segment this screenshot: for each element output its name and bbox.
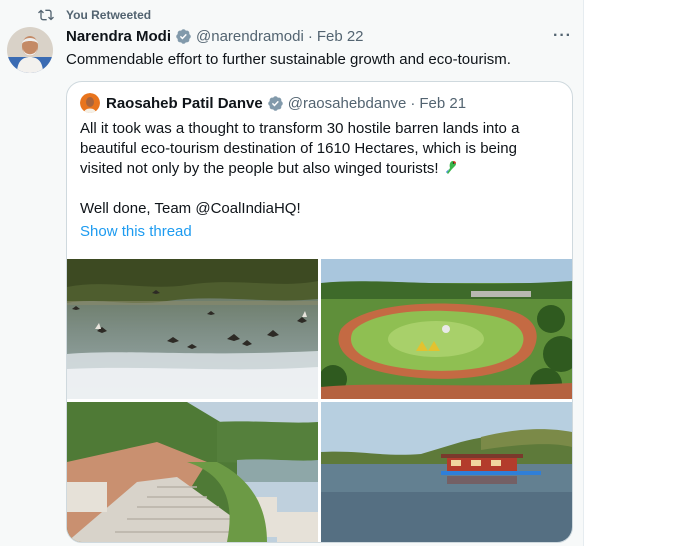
avatar-image	[7, 27, 53, 73]
author-name[interactable]: Narendra Modi	[66, 28, 171, 45]
avatar[interactable]	[7, 27, 53, 73]
tweet-card[interactable]: You Retweeted Narendra Modi @narendramod…	[0, 0, 583, 546]
retweet-icon	[38, 9, 54, 21]
parrot-emoji-icon	[445, 161, 456, 174]
quoted-avatar-image	[80, 93, 100, 113]
photo-lake-houseboat[interactable]	[321, 402, 572, 542]
quoted-author-name[interactable]: Raosaheb Patil Danve	[106, 95, 263, 112]
retweet-label: You Retweeted	[66, 8, 152, 22]
quoted-tweet-text: All it took was a thought to transform 3…	[80, 119, 562, 219]
author-handle[interactable]: @narendramodi	[196, 28, 304, 45]
tweet-header: Narendra Modi @narendramodi · Feb 22	[66, 28, 364, 45]
show-thread-link[interactable]: Show this thread	[80, 223, 192, 240]
photo-birds-over-lake[interactable]	[67, 259, 318, 399]
quoted-separator-dot: ·	[410, 94, 416, 112]
separator-dot: ·	[307, 28, 313, 45]
quoted-tweet-date[interactable]: Feb 21	[419, 95, 466, 112]
tweet-date[interactable]: Feb 22	[317, 28, 364, 45]
tweet-text: Commendable effort to further sustainabl…	[66, 51, 511, 68]
quoted-tweet-header: Raosaheb Patil Danve @raosahebdanve · Fe…	[80, 93, 466, 113]
retweet-indicator: You Retweeted	[38, 7, 151, 23]
photo-eco-park-garden[interactable]	[321, 259, 572, 399]
media-grid	[67, 259, 572, 542]
quoted-avatar[interactable]	[80, 93, 100, 113]
quoted-text-paragraph-2: Well done, Team @CoalIndiaHQ!	[80, 200, 301, 217]
verified-badge-icon[interactable]	[175, 28, 192, 45]
quoted-verified-badge-icon[interactable]	[267, 95, 284, 112]
photo-stairway-to-lake[interactable]	[67, 402, 318, 542]
timeline-border	[583, 0, 584, 546]
quoted-tweet[interactable]: Raosaheb Patil Danve @raosahebdanve · Fe…	[66, 81, 573, 543]
more-options-icon[interactable]: ···	[553, 27, 572, 45]
quoted-author-handle[interactable]: @raosahebdanve	[288, 95, 407, 112]
